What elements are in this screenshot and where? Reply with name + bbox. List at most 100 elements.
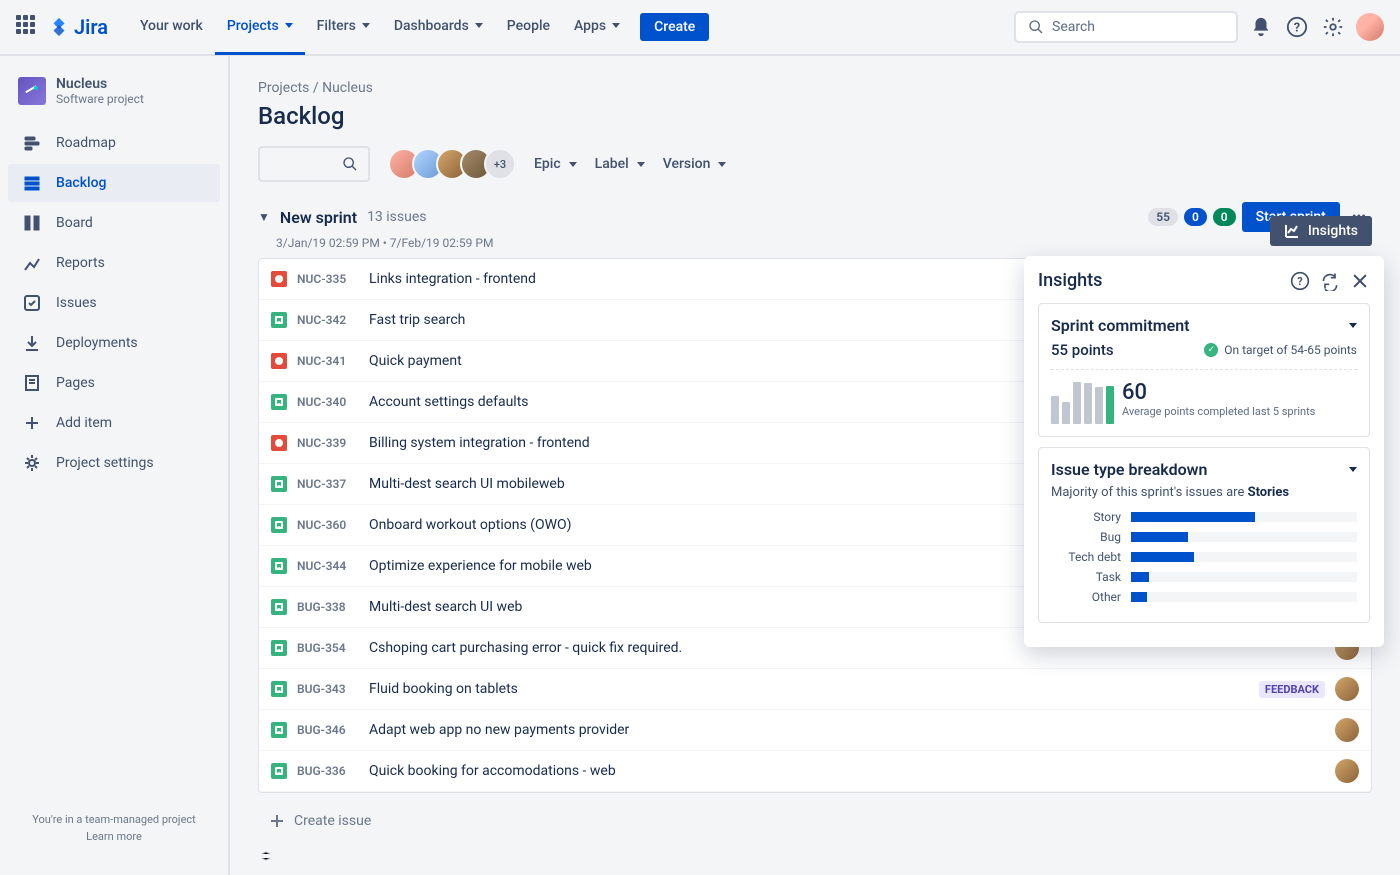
issue-key: BUG-346 — [297, 723, 359, 737]
commitment-bar — [1106, 386, 1114, 424]
avatar-overflow[interactable]: +3 — [484, 148, 516, 180]
sidebar-item-backlog[interactable]: Backlog — [8, 164, 220, 202]
card-toggle[interactable]: Issue type breakdown — [1051, 460, 1357, 479]
nav-people[interactable]: People — [495, 0, 562, 55]
breadcrumb-parent[interactable]: Projects — [258, 80, 309, 96]
nav-projects[interactable]: Projects — [215, 0, 305, 55]
nav-apps[interactable]: Apps — [562, 0, 632, 55]
sidebar-item-deployments[interactable]: Deployments — [8, 324, 220, 362]
sidebar-item-label: Pages — [56, 375, 95, 391]
issue-row[interactable]: BUG-343Fluid booking on tabletsFEEDBACK — [259, 669, 1371, 710]
insights-title: Insights — [1038, 270, 1102, 291]
issue-key: BUG-354 — [297, 641, 359, 655]
sidebar-item-label: Project settings — [56, 455, 154, 471]
avg-points-label: Average points completed last 5 sprints — [1122, 405, 1315, 419]
project-name: Nucleus — [56, 76, 144, 92]
board-search-input[interactable] — [258, 146, 370, 182]
issue-row[interactable]: BUG-346Adapt web app no new payments pro… — [259, 710, 1371, 751]
top-nav: Jira Your workProjectsFiltersDashboardsP… — [0, 0, 1400, 56]
issue-key: BUG-336 — [297, 764, 359, 778]
breadcrumb[interactable]: Projects / Nucleus — [258, 80, 1372, 96]
project-header[interactable]: Nucleus Software project — [8, 76, 220, 124]
label-filter[interactable]: Label — [595, 156, 645, 172]
page-title: Backlog — [258, 102, 1372, 130]
epic-filter[interactable]: Epic — [534, 156, 577, 172]
global-search-input[interactable]: Search — [1014, 11, 1238, 43]
project-type: Software project — [56, 92, 144, 106]
learn-more-link[interactable]: Learn more — [16, 830, 212, 843]
insights-help-icon[interactable]: ? — [1290, 271, 1310, 291]
breakdown-bar — [1131, 552, 1357, 562]
sprint-points-done: 0 — [1213, 208, 1236, 226]
issue-key: NUC-335 — [297, 272, 359, 286]
sprint-points-progress: 0 — [1184, 208, 1207, 226]
roadmap-icon — [22, 133, 42, 153]
nav-dashboards[interactable]: Dashboards — [382, 0, 495, 55]
nav-your-work[interactable]: Your work — [128, 0, 215, 55]
reports-icon — [22, 253, 42, 273]
card-title: Issue type breakdown — [1051, 460, 1207, 479]
profile-avatar[interactable] — [1356, 13, 1384, 41]
bug-icon — [271, 353, 287, 369]
story-icon — [271, 558, 287, 574]
notifications-icon[interactable] — [1248, 14, 1274, 40]
issue-key: BUG-343 — [297, 682, 359, 696]
settings-icon[interactable] — [1320, 14, 1346, 40]
assignee-filter[interactable]: +3 — [388, 148, 516, 180]
issue-key: NUC-344 — [297, 559, 359, 573]
issue-label: FEEDBACK — [1259, 681, 1325, 698]
sidebar-item-board[interactable]: Board — [8, 204, 220, 242]
plus-icon — [270, 814, 284, 828]
sidebar-item-roadmap[interactable]: Roadmap — [8, 124, 220, 162]
story-icon — [271, 763, 287, 779]
sidebar-item-reports[interactable]: Reports — [8, 244, 220, 282]
story-icon — [271, 722, 287, 738]
story-icon — [271, 312, 287, 328]
breakdown-row: Tech debt — [1051, 550, 1357, 564]
collapse-toggle[interactable]: ▼ — [258, 210, 270, 224]
sidebar-item-label: Board — [56, 215, 93, 231]
commitment-bar — [1062, 402, 1070, 424]
project-sidebar: Nucleus Software project RoadmapBacklog B… — [0, 56, 230, 875]
insights-button[interactable]: Insights — [1270, 216, 1372, 246]
assignee-avatar[interactable] — [1335, 718, 1359, 742]
create-issue-button[interactable]: Create issue — [258, 805, 1372, 837]
insights-refresh-icon[interactable] — [1320, 271, 1340, 291]
sprint-dates: 3/Jan/19 02:59 PM • 7/Feb/19 02:59 PM — [258, 236, 1372, 250]
commitment-bar — [1051, 396, 1059, 424]
breakdown-label: Bug — [1051, 530, 1121, 544]
sidebar-item-pages[interactable]: Pages — [8, 364, 220, 402]
help-icon[interactable]: ? — [1284, 14, 1310, 40]
resize-handle[interactable] — [258, 851, 1372, 861]
story-icon — [271, 476, 287, 492]
story-icon — [271, 599, 287, 615]
avg-points-value: 60 — [1122, 380, 1315, 405]
insights-close-icon[interactable] — [1350, 271, 1370, 291]
sprint-commitment-card: Sprint commitment 55 points ✓On target o… — [1038, 303, 1370, 437]
assignee-avatar[interactable] — [1335, 677, 1359, 701]
create-button[interactable]: Create — [640, 13, 709, 41]
card-toggle[interactable]: Sprint commitment — [1051, 316, 1357, 335]
version-filter[interactable]: Version — [663, 156, 727, 172]
issue-key: NUC-342 — [297, 313, 359, 327]
chevron-down-icon — [569, 162, 577, 167]
breadcrumb-child[interactable]: Nucleus — [322, 80, 373, 96]
nav-filters[interactable]: Filters — [305, 0, 382, 55]
breakdown-label: Story — [1051, 510, 1121, 524]
sidebar-item-issues[interactable]: Issues — [8, 284, 220, 322]
jira-logo[interactable]: Jira — [48, 15, 108, 39]
filter-label: Version — [663, 156, 711, 172]
issue-key: NUC-340 — [297, 395, 359, 409]
breakdown-row: Other — [1051, 590, 1357, 604]
bug-icon — [271, 271, 287, 287]
sidebar-item-project-settings[interactable]: Project settings — [8, 444, 220, 482]
commitment-status: ✓On target of 54-65 points — [1204, 343, 1357, 357]
breakdown-row: Story — [1051, 510, 1357, 524]
issue-key: NUC-360 — [297, 518, 359, 532]
assignee-avatar[interactable] — [1335, 759, 1359, 783]
chevron-down-icon — [637, 162, 645, 167]
issue-row[interactable]: BUG-336Quick booking for accomodations -… — [259, 751, 1371, 792]
sidebar-item-add-item[interactable]: Add item — [8, 404, 220, 442]
chevron-down-icon — [285, 23, 293, 28]
app-switcher-icon[interactable] — [16, 15, 40, 39]
